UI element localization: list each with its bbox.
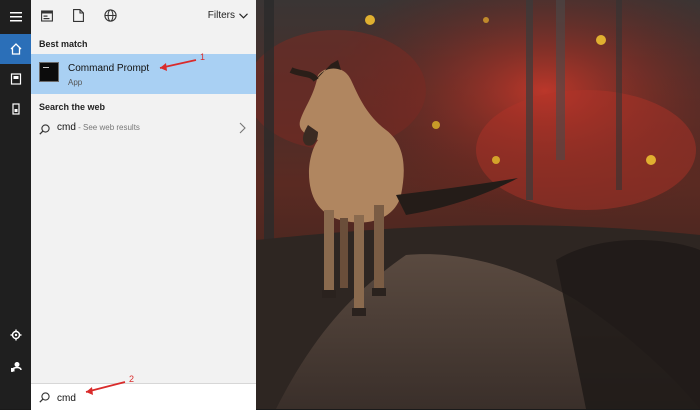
- search-panel: Filters Best match Command Prompt App Se…: [31, 0, 256, 410]
- notebook-icon[interactable]: [0, 64, 31, 94]
- web-query: cmd: [57, 122, 76, 133]
- search-topbar: Filters: [31, 0, 256, 34]
- filters-dropdown[interactable]: Filters: [208, 10, 248, 21]
- user-icon[interactable]: [0, 352, 31, 382]
- desktop-wallpaper: [256, 0, 700, 409]
- chevron-right-icon[interactable]: [239, 121, 246, 139]
- home-icon[interactable]: [0, 34, 31, 64]
- taskbar-rail: [0, 0, 31, 409]
- horse-forest-image: [256, 0, 700, 409]
- search-icon: [39, 390, 50, 408]
- result-title: Command Prompt: [68, 63, 150, 74]
- command-prompt-result[interactable]: Command Prompt App: [31, 54, 256, 94]
- filters-label: Filters: [207, 10, 235, 21]
- annotation-number-1: 1: [200, 52, 206, 62]
- annotation-number-2: 2: [129, 374, 135, 384]
- result-subtitle: App: [68, 78, 83, 87]
- best-match-heading: Best match: [39, 39, 88, 49]
- search-icon: [39, 122, 50, 140]
- web-see-results: - See web results: [75, 123, 140, 132]
- apps-filter-icon[interactable]: [41, 9, 53, 27]
- web-result-row[interactable]: cmd - See web results: [31, 116, 256, 140]
- chevron-down-icon: [239, 12, 248, 19]
- documents-icon[interactable]: [0, 94, 31, 124]
- web-filter-icon[interactable]: [104, 9, 117, 27]
- search-web-heading: Search the web: [39, 102, 106, 112]
- search-bar: [31, 383, 256, 410]
- settings-icon[interactable]: [0, 320, 31, 350]
- web-result-text: cmd - See web results: [57, 122, 140, 133]
- documents-filter-icon[interactable]: [73, 9, 84, 27]
- hamburger-menu-icon[interactable]: [0, 2, 31, 32]
- command-prompt-app-icon: [39, 62, 59, 82]
- search-input[interactable]: [55, 388, 239, 408]
